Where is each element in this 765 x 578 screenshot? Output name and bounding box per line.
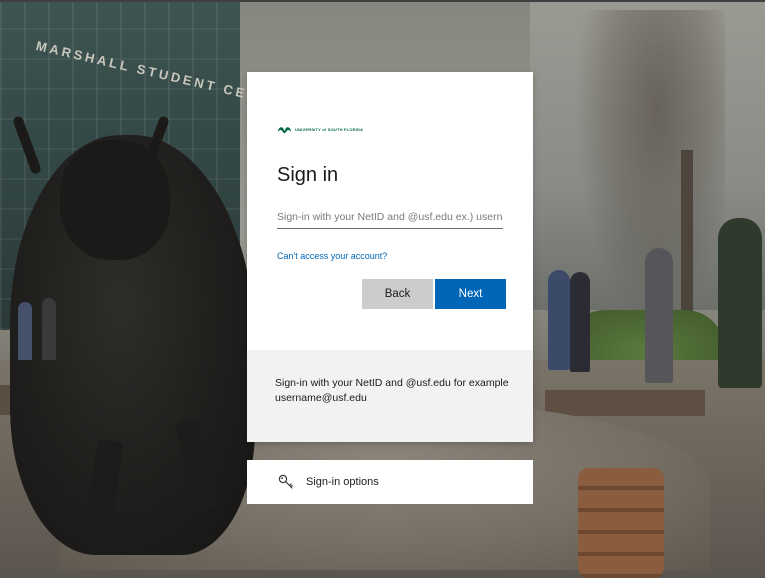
person: [718, 218, 762, 388]
person: [42, 298, 56, 360]
brick-post: [578, 468, 664, 578]
page-title: Sign in: [277, 164, 339, 186]
next-button[interactable]: Next: [435, 279, 506, 309]
back-button[interactable]: Back: [362, 279, 433, 309]
key-icon: [278, 474, 293, 489]
person: [18, 302, 32, 360]
window-top-edge: [0, 0, 765, 2]
sign-in-options-button[interactable]: Sign-in options: [247, 460, 533, 504]
bull-horns-logo-icon: [278, 127, 291, 134]
cant-access-account-link[interactable]: Can't access your account?: [277, 251, 387, 261]
netid-input[interactable]: [277, 206, 503, 229]
person: [645, 248, 673, 383]
tree-trunk: [681, 150, 693, 330]
person: [548, 270, 570, 370]
usf-wordmark: UNIVERSITY of SOUTH FLORIDA: [295, 126, 364, 132]
person: [570, 272, 590, 372]
sign-in-card: UNIVERSITY of SOUTH FLORIDA Sign in Can'…: [247, 72, 533, 442]
usf-logo: UNIVERSITY of SOUTH FLORIDA: [277, 124, 363, 134]
sign-in-hint-text: Sign-in with your NetID and @usf.edu for…: [275, 377, 509, 404]
stone-wall-right: [545, 390, 705, 416]
sign-in-options-label: Sign-in options: [306, 476, 379, 488]
sign-in-hint-panel: Sign-in with your NetID and @usf.edu for…: [247, 350, 533, 442]
